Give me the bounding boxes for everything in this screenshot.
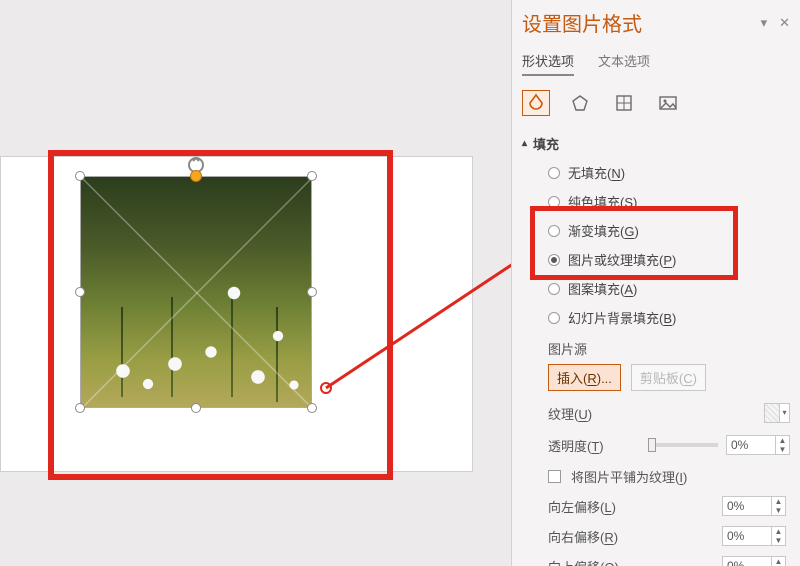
fill-section-label: 填充 — [533, 134, 559, 153]
insert-button[interactable]: 插入(R)... — [548, 364, 621, 391]
offset-right-input[interactable] — [723, 527, 771, 545]
fill-line-icon[interactable] — [522, 90, 550, 116]
task-pane-options-icon[interactable]: ▾ — [761, 15, 768, 31]
spin-down-icon[interactable]: ▼ — [772, 506, 785, 515]
size-properties-icon[interactable] — [610, 90, 638, 116]
tab-shape-options[interactable]: 形状选项 — [522, 51, 574, 76]
adjust-handle[interactable] — [190, 170, 202, 182]
canvas-area[interactable] — [0, 0, 511, 566]
fill-none-option[interactable]: 无填充(N) — [548, 163, 790, 182]
texture-picker[interactable]: ▾ — [764, 403, 790, 423]
offset-left-spinner[interactable]: ▲▼ — [722, 496, 786, 516]
fill-gradient-option[interactable]: 渐变填充(G) — [548, 221, 790, 240]
offset-left-input[interactable] — [723, 497, 771, 515]
offset-top-spinner[interactable]: ▲▼ — [722, 556, 786, 566]
spin-up-icon[interactable]: ▲ — [772, 497, 785, 506]
effects-icon[interactable] — [566, 90, 594, 116]
collapse-icon: ▴ — [522, 138, 527, 149]
close-icon[interactable]: ✕ — [779, 15, 790, 31]
fill-pattern-option[interactable]: 图案填充(A) — [548, 279, 790, 298]
fill-section-header[interactable]: ▴ 填充 — [522, 134, 790, 153]
selected-shape[interactable] — [80, 176, 312, 408]
radio-icon — [548, 225, 560, 237]
format-picture-panel: 设置图片格式 ▾ ✕ 形状选项 文本选项 ▴ 填充 无填充( — [511, 0, 800, 566]
radio-icon — [548, 196, 560, 208]
transparency-slider[interactable] — [648, 443, 718, 447]
spin-down-icon[interactable]: ▼ — [776, 445, 789, 454]
tile-checkbox[interactable] — [548, 470, 561, 483]
resize-handle-nw[interactable] — [75, 171, 85, 181]
spin-up-icon[interactable]: ▲ — [772, 527, 785, 536]
offset-top-input[interactable] — [723, 557, 771, 566]
resize-handle-ne[interactable] — [307, 171, 317, 181]
spin-up-icon[interactable]: ▲ — [776, 436, 789, 445]
annotation-arrow — [314, 230, 534, 400]
fill-slidebg-option[interactable]: 幻灯片背景填充(B) — [548, 308, 790, 327]
fill-picture-option[interactable]: 图片或纹理填充(P) — [548, 250, 790, 269]
radio-icon — [548, 283, 560, 295]
spin-down-icon[interactable]: ▼ — [772, 536, 785, 545]
resize-handle-w[interactable] — [75, 287, 85, 297]
transparency-input[interactable] — [727, 436, 775, 454]
radio-icon — [548, 254, 560, 266]
picture-icon[interactable] — [654, 90, 682, 116]
picture-shape[interactable] — [80, 176, 312, 408]
resize-handle-sw[interactable] — [75, 403, 85, 413]
picture-source-label: 图片源 — [548, 339, 790, 358]
panel-title: 设置图片格式 — [522, 8, 642, 37]
transparency-spinner[interactable]: ▲▼ — [726, 435, 790, 455]
resize-handle-s[interactable] — [191, 403, 201, 413]
clipboard-button: 剪贴板(C) — [631, 364, 706, 391]
spin-up-icon[interactable]: ▲ — [772, 557, 785, 566]
radio-icon — [548, 312, 560, 324]
radio-icon — [548, 167, 560, 179]
offset-right-spinner[interactable]: ▲▼ — [722, 526, 786, 546]
fill-solid-option[interactable]: 纯色填充(S) — [548, 192, 790, 211]
tab-text-options[interactable]: 文本选项 — [598, 51, 650, 76]
resize-handle-se[interactable] — [307, 403, 317, 413]
